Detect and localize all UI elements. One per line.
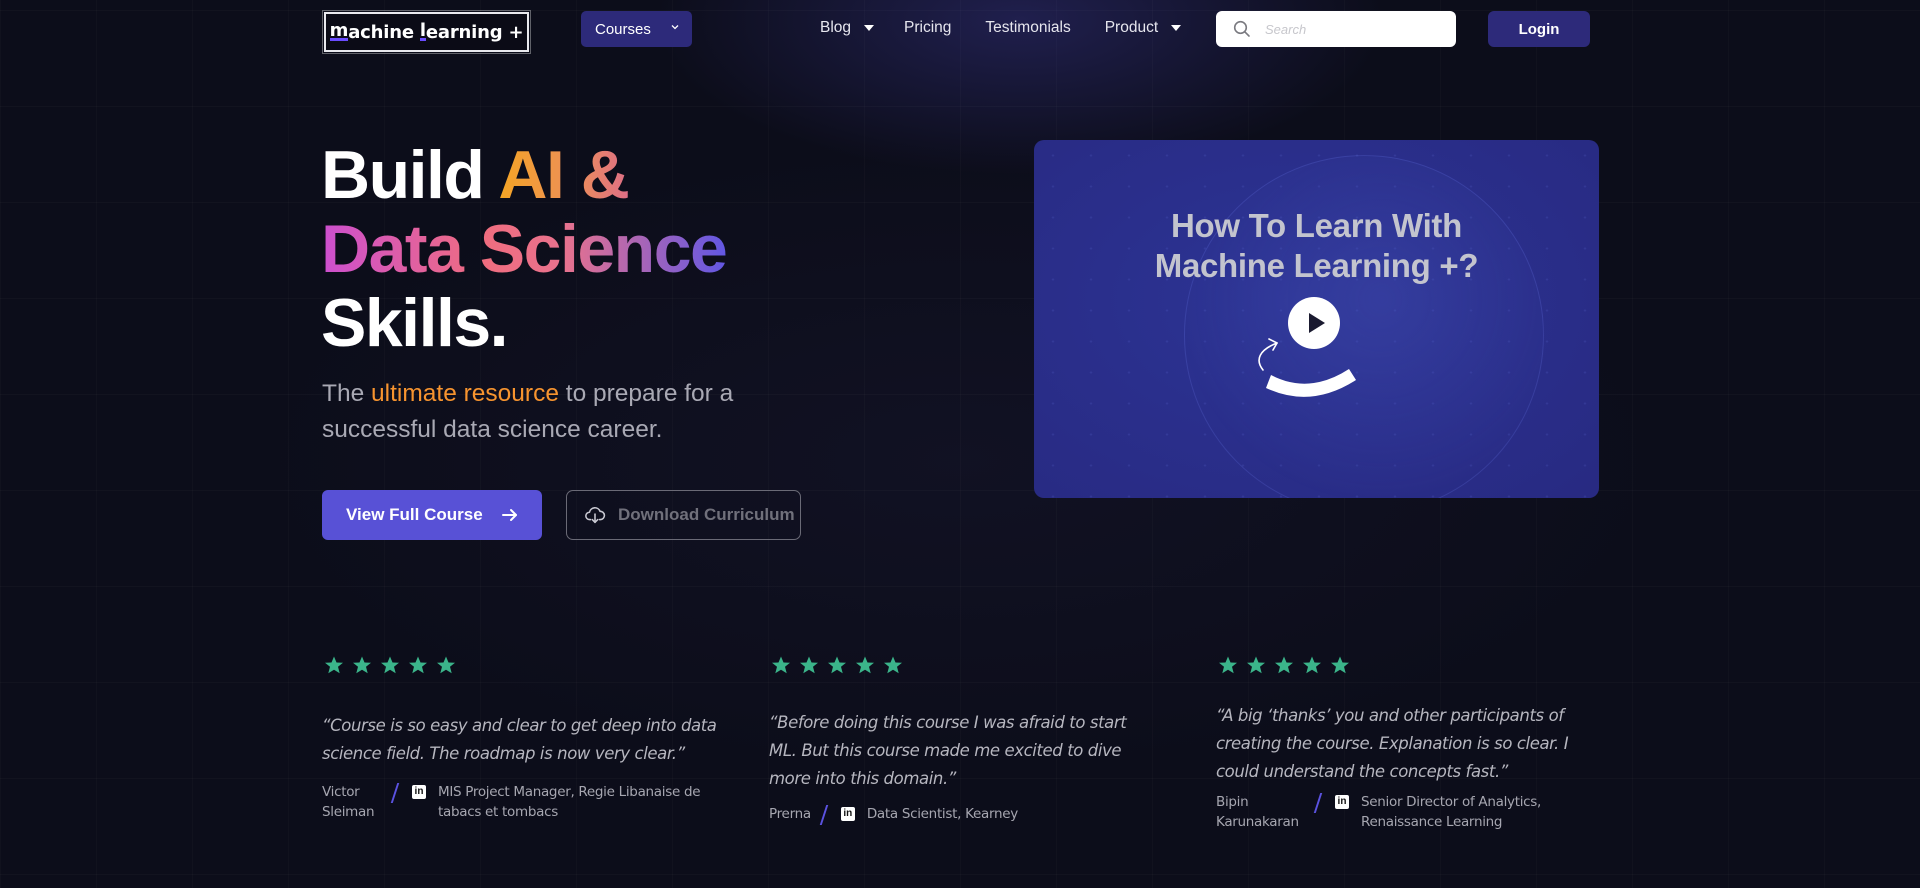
star-icon xyxy=(1303,656,1321,674)
divider-slash xyxy=(819,805,829,825)
testimonial-card: “A big ‘thanks’ you and other participan… xyxy=(1216,655,1626,830)
star-icon xyxy=(381,656,399,674)
star-icon xyxy=(1247,656,1265,674)
star-rating xyxy=(1218,655,1626,675)
author-name: Prerna xyxy=(769,806,811,822)
arrow-right-icon xyxy=(501,509,517,521)
hero-subtitle: The ultimate resource to prepare for a s… xyxy=(322,376,792,448)
logo[interactable]: m achine l earning + xyxy=(322,10,531,54)
star-rating xyxy=(324,655,732,675)
author-role: Data Scientist, Kearney xyxy=(866,806,1018,822)
nav-link-label: Blog xyxy=(820,19,852,36)
star-icon xyxy=(772,656,790,674)
testimonial-author: Prerna in Data Scientist, Kearney xyxy=(769,804,1018,825)
nav-link-pricing[interactable]: Pricing xyxy=(904,19,951,37)
hero-title-ai: AI & xyxy=(498,137,630,213)
testimonial-author: Victor Sleiman in MIS Project Manager, R… xyxy=(322,782,701,822)
video-title: How To Learn With Machine Learning +? xyxy=(1034,206,1599,286)
top-navigation: m achine l earning + Courses Blog Pricing … xyxy=(0,0,1920,60)
nav-links: Blog Pricing Testimonials Product xyxy=(820,19,1182,37)
hero-title-build: Build xyxy=(321,137,499,213)
testimonial-card: “Before doing this course I was afraid t… xyxy=(769,655,1179,825)
hero-title: Build AI & Data Science Skills. xyxy=(321,137,728,361)
hero-title-data-science: Data Science xyxy=(321,211,728,287)
hero-subtitle-before: The xyxy=(322,380,372,407)
hero-subtitle-highlight: ultimate resource xyxy=(371,380,559,407)
nav-link-testimonials[interactable]: Testimonials xyxy=(985,19,1070,37)
testimonial-quote: “Course is so easy and clear to get deep… xyxy=(322,716,717,763)
star-icon xyxy=(828,656,846,674)
download-curriculum-label: Download Curriculum xyxy=(618,505,795,524)
star-rating xyxy=(771,655,1179,675)
author-name: Victor Sleiman xyxy=(322,784,375,820)
video-title-line2: Machine Learning +? xyxy=(1154,247,1479,284)
hero-title-skills: Skills. xyxy=(321,285,509,361)
star-icon xyxy=(437,656,455,674)
logo-text-1: achine xyxy=(348,21,420,43)
search-box[interactable] xyxy=(1216,11,1456,47)
linkedin-icon[interactable]: in xyxy=(840,807,855,821)
testimonial-card: “Course is so easy and clear to get deep… xyxy=(322,655,732,820)
nav-link-label: Pricing xyxy=(904,19,952,36)
author-name: Bipin Karunakaran xyxy=(1216,794,1299,830)
courses-label: Courses xyxy=(595,20,651,38)
star-icon xyxy=(856,656,874,674)
nav-link-blog[interactable]: Blog xyxy=(820,19,875,37)
login-button[interactable]: Login xyxy=(1488,11,1590,47)
star-icon xyxy=(800,656,818,674)
nav-link-product[interactable]: Product xyxy=(1104,19,1182,37)
cloud-download-icon xyxy=(585,507,606,524)
star-icon xyxy=(1331,656,1349,674)
testimonial-quote: “Before doing this course I was afraid t… xyxy=(769,713,1127,788)
video-title-line1: How To Learn With xyxy=(1171,207,1462,244)
star-icon xyxy=(1275,656,1293,674)
logo-text-2: earning + xyxy=(425,21,524,43)
smile-arrow-graphic xyxy=(1258,338,1356,397)
linkedin-icon[interactable]: in xyxy=(412,785,426,799)
download-curriculum-button[interactable]: Download Curriculum xyxy=(566,490,801,540)
chevron-down-icon xyxy=(671,25,679,30)
view-full-course-label: View Full Course xyxy=(346,505,483,524)
star-icon xyxy=(353,656,371,674)
testimonial-quote: “A big ‘thanks’ you and other participan… xyxy=(1216,706,1569,781)
nav-link-label: Product xyxy=(1104,19,1159,36)
author-role: Senior Director of Analytics, Renaissanc… xyxy=(1361,794,1542,830)
logo-m: m xyxy=(329,19,349,41)
star-icon xyxy=(1219,656,1237,674)
author-role: MIS Project Manager, Regie Libanaise de … xyxy=(438,784,701,820)
star-icon xyxy=(325,656,343,674)
linkedin-icon[interactable]: in xyxy=(1335,795,1349,809)
star-icon xyxy=(884,656,902,674)
courses-dropdown-button[interactable]: Courses xyxy=(581,11,692,47)
testimonial-author: Bipin Karunakaran in Senior Director of … xyxy=(1216,792,1541,832)
intro-video[interactable]: How To Learn With Machine Learning +? xyxy=(1034,140,1599,498)
caret-down-icon xyxy=(864,25,875,31)
search-input[interactable] xyxy=(1265,21,1445,37)
view-full-course-button[interactable]: View Full Course xyxy=(322,490,542,540)
nav-link-label: Testimonials xyxy=(985,19,1071,36)
caret-down-icon xyxy=(1171,25,1182,31)
star-icon xyxy=(409,656,427,674)
search-icon xyxy=(1233,20,1250,37)
